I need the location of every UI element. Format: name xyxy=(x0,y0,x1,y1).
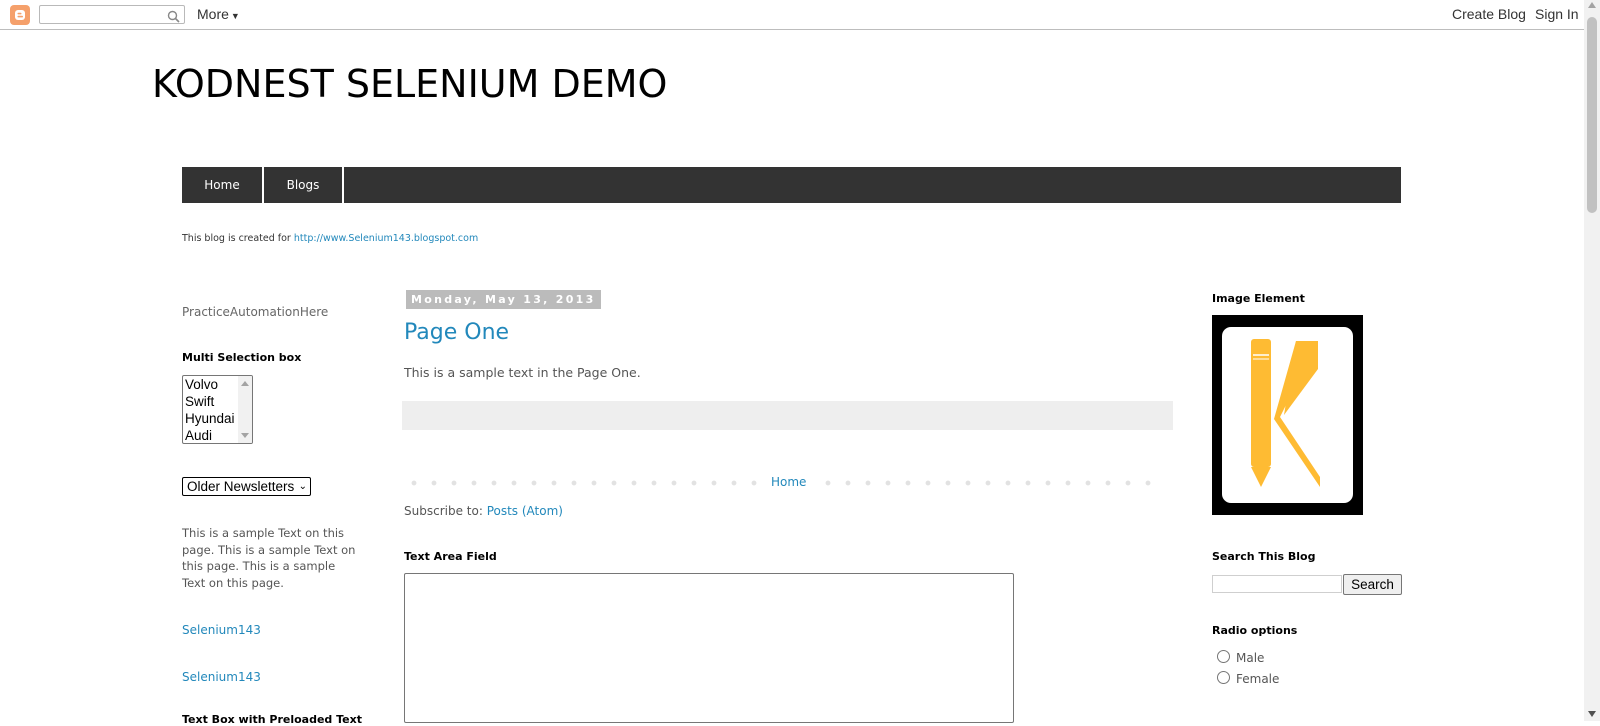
home-link[interactable]: Home xyxy=(771,475,806,489)
more-menu[interactable]: More ▼ xyxy=(197,6,240,22)
post-body: This is a sample text in the Page One. xyxy=(404,365,641,380)
description-text: This blog is created for xyxy=(182,233,294,244)
newsletter-selected-value: Older Newsletters xyxy=(187,479,295,494)
sign-in-link[interactable]: Sign In xyxy=(1535,6,1579,22)
textarea-title: Text Area Field xyxy=(404,550,497,563)
scroll-up-icon[interactable] xyxy=(1588,2,1596,8)
blog-description: This blog is created for http://www.Sele… xyxy=(182,233,478,244)
create-blog-link[interactable]: Create Blog xyxy=(1452,6,1526,22)
radio-label: Male xyxy=(1236,651,1265,665)
multi-selection-box[interactable]: Volvo Swift Hyundai Audi xyxy=(182,375,253,444)
scroll-down-icon[interactable] xyxy=(241,433,249,438)
chevron-down-icon: ⌄ xyxy=(298,481,307,492)
caret-down-icon: ▼ xyxy=(230,11,240,21)
kodnest-logo xyxy=(1222,327,1353,503)
multi-select-title: Multi Selection box xyxy=(182,351,302,364)
search-blog-title: Search This Blog xyxy=(1212,550,1316,563)
pager-divider xyxy=(404,480,770,486)
text-area-field[interactable] xyxy=(404,573,1014,723)
practice-text: PracticeAutomationHere xyxy=(182,305,329,319)
tab-home[interactable]: Home xyxy=(182,167,264,203)
radio-label: Female xyxy=(1236,672,1280,686)
scroll-down-icon[interactable] xyxy=(1588,711,1596,717)
radio-button[interactable] xyxy=(1217,671,1230,684)
page-scrollbar[interactable] xyxy=(1584,0,1600,721)
search-input[interactable] xyxy=(1212,575,1342,593)
selenium143-link[interactable]: Selenium143 xyxy=(182,623,261,637)
image-element-title: Image Element xyxy=(1212,292,1305,305)
radio-button[interactable] xyxy=(1217,650,1230,663)
navbar-search-input[interactable] xyxy=(39,5,185,24)
post-title[interactable]: Page One xyxy=(404,320,509,345)
page-tabs: Home Blogs xyxy=(182,167,1401,203)
blogger-logo-icon[interactable] xyxy=(10,5,30,25)
preloaded-text-title: Text Box with Preloaded Text xyxy=(182,713,362,726)
sample-text: This is a sample Text on this page. This… xyxy=(182,526,356,590)
image-element xyxy=(1212,315,1363,515)
blogger-navbar: More ▼ Create Blog Sign In xyxy=(0,0,1584,30)
posts-atom-link[interactable]: Posts (Atom) xyxy=(487,504,563,518)
older-newsletters-dropdown[interactable]: Older Newsletters ⌄ xyxy=(182,477,311,496)
kodnest-logo-icon xyxy=(1251,339,1320,487)
tab-blogs[interactable]: Blogs xyxy=(264,167,344,203)
selenium143-link[interactable]: Selenium143 xyxy=(182,670,261,684)
post-footer xyxy=(402,401,1173,430)
search-icon[interactable] xyxy=(167,8,180,27)
multi-select-scrollbar[interactable] xyxy=(238,376,252,443)
subscribe-label: Subscribe to: xyxy=(404,504,487,518)
blog-title: KODNEST SELENIUM DEMO xyxy=(152,62,668,106)
scroll-up-icon[interactable] xyxy=(241,381,249,386)
scroll-thumb[interactable] xyxy=(1587,17,1597,213)
post-date-header: Monday, May 13, 2013 xyxy=(406,290,601,309)
search-button[interactable]: Search xyxy=(1343,574,1402,595)
subscribe-line: Subscribe to: Posts (Atom) xyxy=(404,504,563,518)
pager-divider xyxy=(818,480,1164,486)
radio-options-title: Radio options xyxy=(1212,624,1298,637)
more-menu-label: More xyxy=(197,6,229,22)
description-link[interactable]: http://www.Selenium143.blogspot.com xyxy=(294,233,478,244)
